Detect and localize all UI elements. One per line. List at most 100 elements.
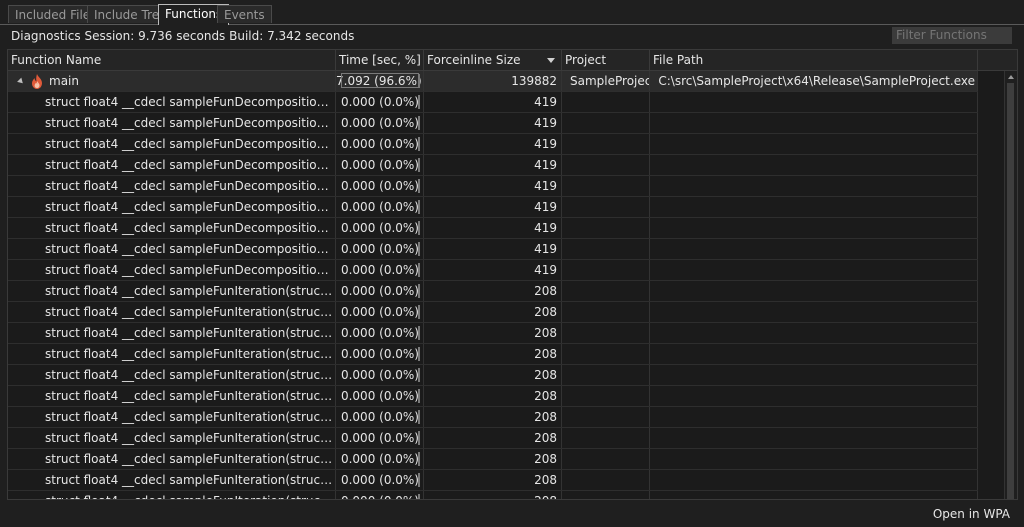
table-row[interactable]: struct float4 __cdecl sampleFunIteration… — [8, 470, 978, 491]
project-cell — [562, 491, 650, 499]
function-name-cell: struct float4 __cdecl sampleFunIteration… — [8, 302, 336, 322]
footer: Open in WPA — [0, 500, 1024, 527]
file-path-cell — [650, 92, 978, 112]
time-cell: 0.000 (0.0%) — [336, 92, 424, 112]
project-cell — [562, 176, 650, 196]
flame-icon — [32, 74, 42, 89]
function-name-cell: struct float4 __cdecl sampleFunDecomposi… — [8, 197, 336, 217]
function-name-cell: struct float4 __cdecl sampleFunDecomposi… — [8, 134, 336, 154]
column-header-project[interactable]: Project — [562, 50, 650, 70]
time-bar — [418, 368, 420, 382]
function-name-cell: main — [8, 71, 336, 91]
size-cell: 208 — [424, 302, 562, 322]
table-row-main[interactable]: main 7.092 (96.6%) 139882 SampleProject … — [8, 71, 978, 92]
time-value: 0.000 (0.0%) — [340, 137, 419, 151]
time-cell: 0.000 (0.0%) — [336, 281, 424, 301]
column-header-forceinline-size[interactable]: Forceinline Size — [424, 50, 562, 70]
file-path-cell — [650, 386, 978, 406]
function-name-cell: struct float4 __cdecl sampleFunDecomposi… — [8, 155, 336, 175]
time-bar — [418, 95, 420, 109]
time-bar — [418, 242, 420, 256]
file-path-cell — [650, 491, 978, 499]
table-row[interactable]: struct float4 __cdecl sampleFunDecomposi… — [8, 92, 978, 113]
time-cell: 0.000 (0.0%) — [336, 449, 424, 469]
file-path-cell — [650, 449, 978, 469]
time-bar — [418, 452, 420, 466]
table-row[interactable]: struct float4 __cdecl sampleFunIteration… — [8, 386, 978, 407]
table-row[interactable]: struct float4 __cdecl sampleFunIteration… — [8, 428, 978, 449]
file-path-cell — [650, 428, 978, 448]
table-row[interactable]: struct float4 __cdecl sampleFunDecomposi… — [8, 218, 978, 239]
table-row[interactable]: struct float4 __cdecl sampleFunIteration… — [8, 449, 978, 470]
functions-table: Function Name Time [sec, %] Forceinline … — [7, 49, 1018, 500]
project-cell — [562, 470, 650, 490]
size-cell: 419 — [424, 239, 562, 259]
time-value: 0.000 (0.0%) — [340, 179, 419, 193]
time-bar — [418, 473, 420, 487]
table-row[interactable]: struct float4 __cdecl sampleFunDecomposi… — [8, 134, 978, 155]
table-row[interactable]: struct float4 __cdecl sampleFunIteration… — [8, 344, 978, 365]
size-cell: 419 — [424, 134, 562, 154]
table-row[interactable]: struct float4 __cdecl sampleFunIteration… — [8, 281, 978, 302]
tab-events[interactable]: Events — [217, 5, 272, 23]
size-cell: 419 — [424, 92, 562, 112]
time-value: 0.000 (0.0%) — [340, 263, 419, 277]
sort-desc-icon — [547, 58, 555, 63]
table-row[interactable]: struct float4 __cdecl sampleFunIteration… — [8, 365, 978, 386]
open-in-wpa-button[interactable]: Open in WPA — [933, 507, 1010, 521]
table-row[interactable]: struct float4 __cdecl sampleFunDecomposi… — [8, 239, 978, 260]
table-row[interactable]: struct float4 __cdecl sampleFunIteration… — [8, 407, 978, 428]
table-row[interactable]: struct float4 __cdecl sampleFunDecomposi… — [8, 197, 978, 218]
column-header-function-name[interactable]: Function Name — [8, 50, 336, 70]
time-bar — [418, 263, 420, 277]
table-row[interactable]: struct float4 __cdecl sampleFunIteration… — [8, 302, 978, 323]
time-value: 0.000 (0.0%) — [340, 221, 419, 235]
file-path-cell — [650, 407, 978, 427]
size-cell: 419 — [424, 113, 562, 133]
column-header-file-path[interactable]: File Path — [650, 50, 978, 70]
function-name-cell: struct float4 __cdecl sampleFunIteration… — [8, 470, 336, 490]
project-cell — [562, 407, 650, 427]
file-path-cell: C:\src\SampleProject\x64\Release\SampleP… — [650, 71, 978, 91]
size-cell: 208 — [424, 323, 562, 343]
project-cell — [562, 113, 650, 133]
expander-icon[interactable] — [17, 77, 25, 86]
time-cell: 0.000 (0.0%) — [336, 176, 424, 196]
function-name-cell: struct float4 __cdecl sampleFunDecomposi… — [8, 218, 336, 238]
vertical-scrollbar[interactable] — [1004, 71, 1017, 499]
table-header: Function Name Time [sec, %] Forceinline … — [8, 50, 1017, 71]
function-name-cell: struct float4 __cdecl sampleFunDecomposi… — [8, 92, 336, 112]
table-row[interactable]: struct float4 __cdecl sampleFunDecomposi… — [8, 260, 978, 281]
file-path-cell — [650, 176, 978, 196]
filter-functions-input[interactable] — [892, 27, 1012, 44]
scroll-thumb[interactable] — [1007, 83, 1014, 499]
time-value: 0.000 (0.0%) — [340, 368, 419, 382]
time-bar — [418, 158, 420, 172]
time-value: 0.000 (0.0%) — [340, 116, 419, 130]
time-value: 0.000 (0.0%) — [340, 347, 419, 361]
table-row[interactable]: struct float4 __cdecl sampleFunDecomposi… — [8, 155, 978, 176]
file-path-cell — [650, 155, 978, 175]
project-cell — [562, 386, 650, 406]
file-path-cell — [650, 365, 978, 385]
time-value: 0.000 (0.0%) — [340, 284, 419, 298]
project-cell — [562, 134, 650, 154]
time-value: 0.000 (0.0%) — [340, 326, 419, 340]
table-row[interactable]: struct float4 __cdecl sampleFunIteration… — [8, 491, 978, 499]
table-row[interactable]: struct float4 __cdecl sampleFunDecomposi… — [8, 113, 978, 134]
column-header-time[interactable]: Time [sec, %] — [336, 50, 424, 70]
time-cell: 0.000 (0.0%) — [336, 197, 424, 217]
time-cell: 0.000 (0.0%) — [336, 323, 424, 343]
function-name-cell: struct float4 __cdecl sampleFunDecomposi… — [8, 260, 336, 280]
project-cell — [562, 92, 650, 112]
table-row[interactable]: struct float4 __cdecl sampleFunDecomposi… — [8, 176, 978, 197]
size-cell: 419 — [424, 155, 562, 175]
file-path-cell — [650, 134, 978, 154]
scroll-up-icon[interactable] — [1008, 75, 1014, 79]
time-cell: 0.000 (0.0%) — [336, 155, 424, 175]
function-name-cell: struct float4 __cdecl sampleFunIteration… — [8, 491, 336, 499]
time-bar — [418, 305, 420, 319]
table-row[interactable]: struct float4 __cdecl sampleFunIteration… — [8, 323, 978, 344]
time-bar — [418, 200, 420, 214]
time-bar — [418, 347, 420, 361]
